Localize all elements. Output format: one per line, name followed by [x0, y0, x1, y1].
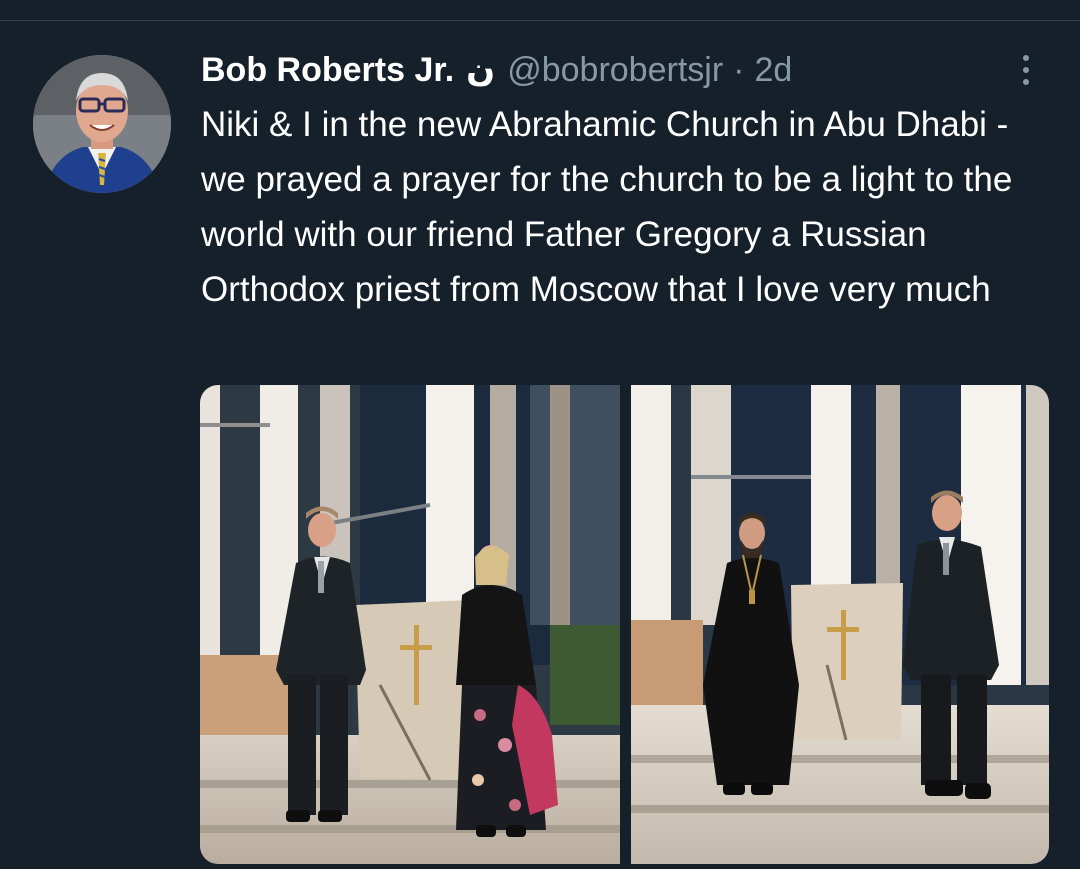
tweet-text: Niki & I in the new Abrahamic Church in …: [201, 105, 1013, 309]
top-divider: [0, 20, 1080, 21]
author-display-name[interactable]: Bob Roberts Jr.: [201, 51, 454, 90]
tweet-timestamp[interactable]: 2d: [754, 51, 792, 90]
avatar-image: [33, 55, 171, 193]
author-handle[interactable]: @bobrobertsjr: [507, 51, 723, 90]
tweet-photo-2[interactable]: [631, 385, 1049, 864]
photo-right-image: [631, 385, 1049, 864]
more-vertical-icon[interactable]: [1008, 50, 1044, 90]
avatar[interactable]: [33, 55, 171, 193]
separator-dot: ·: [733, 50, 745, 89]
media-grid: [200, 385, 1049, 864]
tweet-photo-1[interactable]: [200, 385, 620, 864]
photo-left-image: [200, 385, 620, 864]
tweet-header: Bob Roberts Jr. ن @bobrobertsjr · 2d: [201, 46, 792, 94]
author-name-glyph: ن: [466, 51, 496, 89]
